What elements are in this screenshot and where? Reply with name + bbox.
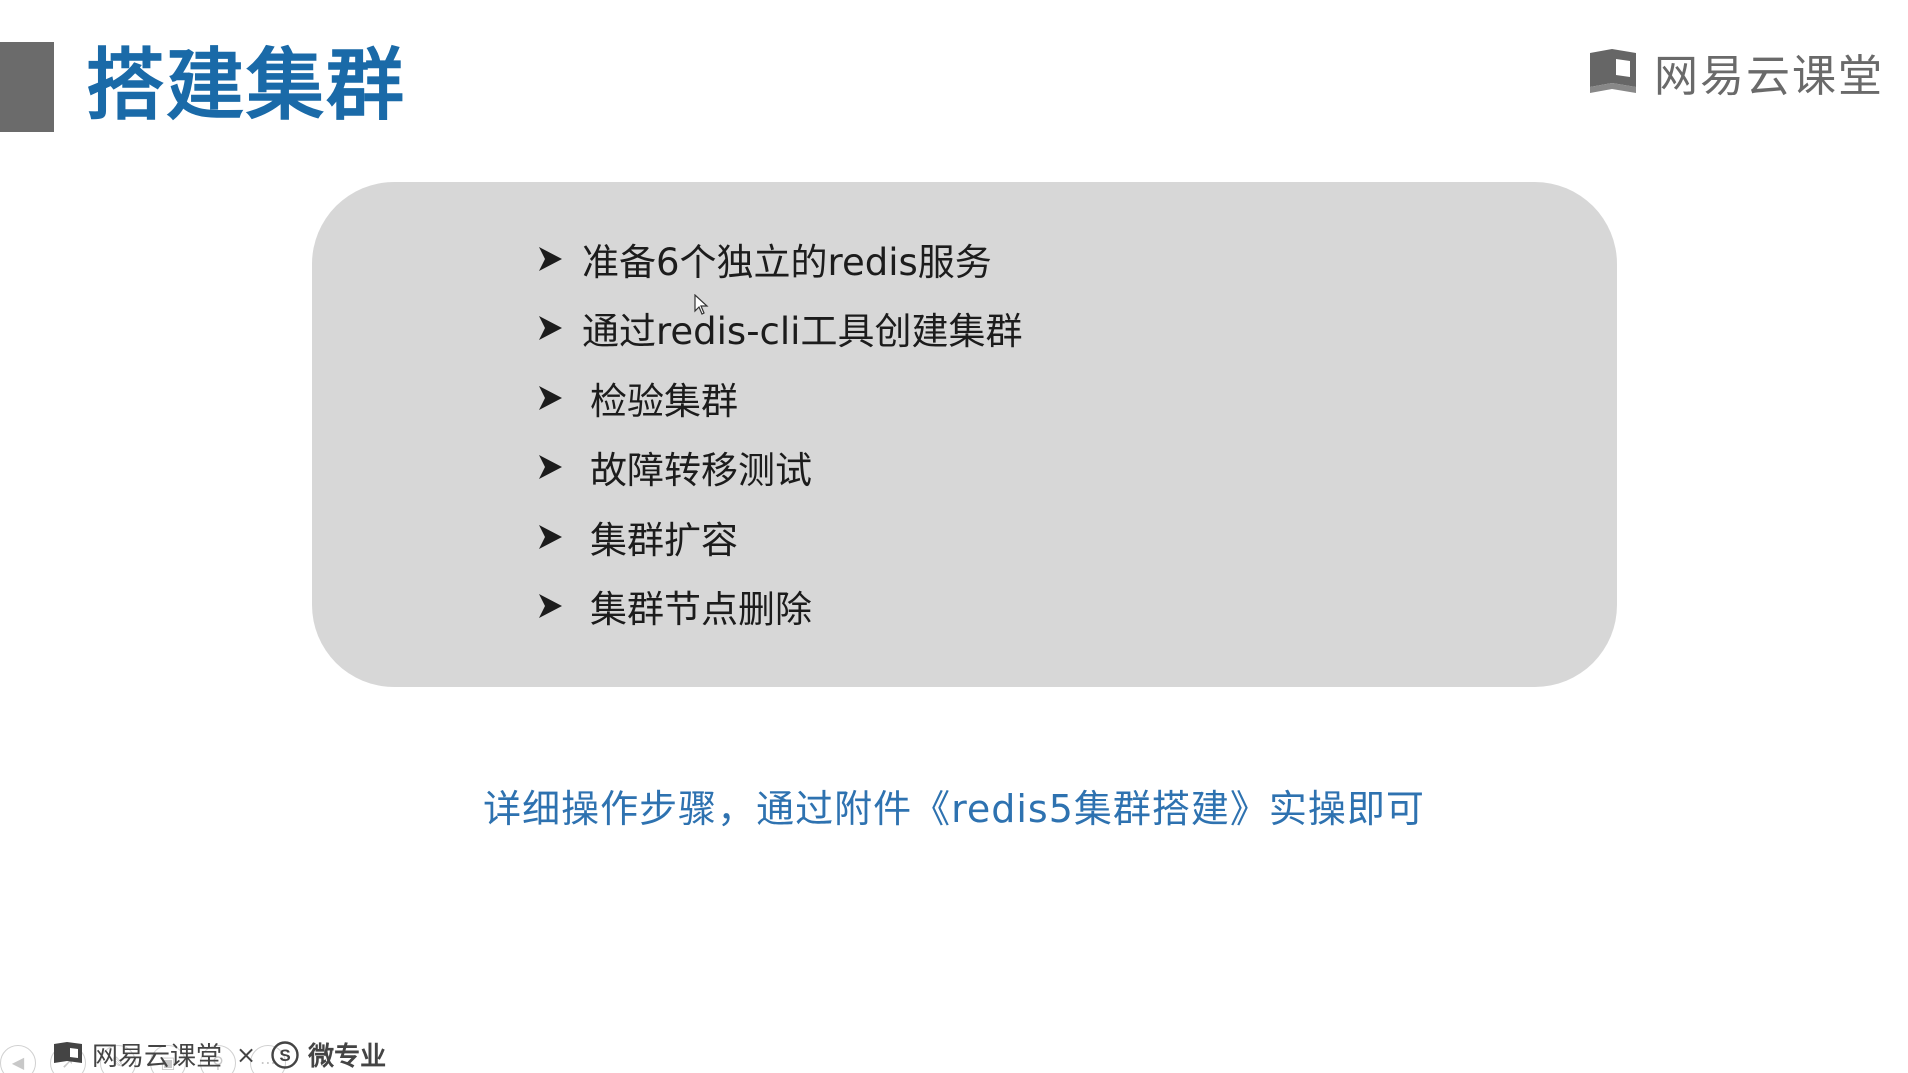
list-item: 准备6个独立的redis服务 bbox=[536, 224, 1022, 294]
arrowhead-right-icon bbox=[539, 524, 562, 549]
list-item: 集群扩容 bbox=[536, 502, 1022, 572]
bullet-text: 通过redis-cli工具创建集群 bbox=[582, 310, 1023, 354]
list-item: 故障转移测试 bbox=[536, 433, 1022, 503]
mouse-pointer-icon bbox=[694, 294, 709, 315]
book-icon bbox=[1590, 49, 1636, 93]
footer-times-sign: × bbox=[236, 1040, 257, 1069]
bullet-text: 准备6个独立的redis服务 bbox=[582, 240, 992, 284]
slide-title: 搭建集群 bbox=[86, 41, 407, 131]
list-item: 通过redis-cli工具创建集群 bbox=[536, 294, 1022, 364]
bullet-text: 集群扩容 bbox=[590, 518, 738, 562]
previous-slide-button[interactable]: ◀ bbox=[0, 1045, 36, 1073]
arrowhead-right-icon bbox=[539, 246, 562, 271]
footer-brand: 网易云课堂 × S 微专业 bbox=[52, 1036, 386, 1073]
svg-text:S: S bbox=[279, 1046, 290, 1065]
slide: 搭建集群 网易云课堂 准备6个独立的redis服务 通过redis-cli工具创… bbox=[0, 0, 1908, 1073]
arrowhead-right-icon bbox=[539, 455, 562, 480]
s-circle-icon: S bbox=[271, 1040, 299, 1069]
footer-brand-name: 网易云课堂 bbox=[92, 1042, 223, 1072]
bullet-text: 集群节点删除 bbox=[590, 588, 812, 632]
footer-partner-name: 微专业 bbox=[308, 1042, 387, 1072]
content-box: 准备6个独立的redis服务 通过redis-cli工具创建集群 检验集群 故障… bbox=[312, 182, 1617, 687]
instruction-note: 详细操作步骤，通过附件《redis5集群搭建》实操即可 bbox=[483, 787, 1425, 831]
bullet-text: 检验集群 bbox=[590, 379, 738, 423]
title-accent-bar bbox=[0, 42, 54, 132]
brand-name-top: 网易云课堂 bbox=[1654, 51, 1884, 102]
bullet-list: 准备6个独立的redis服务 通过redis-cli工具创建集群 检验集群 故障… bbox=[536, 224, 1022, 641]
bullet-text: 故障转移测试 bbox=[590, 449, 812, 493]
list-item: 集群节点删除 bbox=[536, 572, 1022, 642]
list-item: 检验集群 bbox=[536, 363, 1022, 433]
brand-logo-top: 网易云课堂 bbox=[1586, 40, 1884, 104]
book-icon bbox=[54, 1041, 82, 1063]
arrowhead-right-icon bbox=[539, 385, 562, 410]
arrowhead-right-icon bbox=[539, 316, 562, 341]
arrowhead-right-icon bbox=[539, 594, 562, 619]
